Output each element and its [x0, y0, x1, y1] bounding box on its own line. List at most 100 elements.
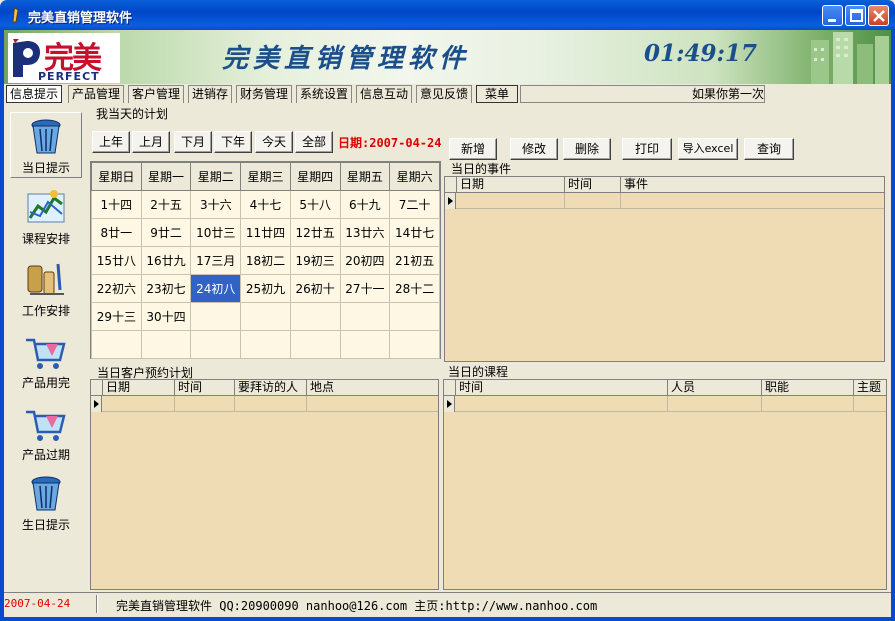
column-header[interactable]: 日期: [457, 177, 565, 193]
calendar-day-cell[interactable]: [339, 302, 391, 331]
calendar-day-cell[interactable]: [240, 302, 291, 331]
column-header[interactable]: 事件: [621, 177, 884, 193]
calendar-day-cell[interactable]: 4十七: [240, 190, 291, 219]
calendar-day-cell[interactable]: [140, 330, 192, 359]
calendar-day-cell[interactable]: 13廿六: [339, 218, 391, 247]
calendar-day-cell[interactable]: 17三月: [190, 246, 242, 275]
today-button[interactable]: 今天: [255, 131, 293, 153]
events-grid[interactable]: 日期 时间 事件: [444, 176, 885, 362]
calendar-day-cell[interactable]: [339, 330, 391, 359]
calendar-day-cell[interactable]: 18初二: [240, 246, 291, 275]
table-cell[interactable]: [175, 396, 235, 412]
calendar-day-cell[interactable]: [389, 330, 440, 359]
menu-inventory[interactable]: 进销存: [188, 85, 233, 103]
column-header[interactable]: 时间: [456, 380, 668, 396]
calendar-day-cell[interactable]: 22初六: [91, 274, 142, 303]
menu-finance[interactable]: 财务管理: [236, 85, 293, 103]
maximize-button[interactable]: [845, 5, 866, 26]
calendar-day-cell[interactable]: 15廿八: [91, 246, 142, 275]
column-header[interactable]: 时间: [565, 177, 621, 193]
table-cell[interactable]: [762, 396, 854, 412]
calendar-day-cell[interactable]: 27十一: [339, 274, 391, 303]
tools-icon: [27, 263, 64, 295]
calendar-day-cell[interactable]: 21初五: [389, 246, 440, 275]
column-header[interactable]: 主题: [854, 380, 886, 396]
all-button[interactable]: 全部: [295, 131, 333, 153]
calendar-day-cell[interactable]: 26初十: [289, 274, 341, 303]
table-row[interactable]: [444, 396, 886, 412]
prev-month-button[interactable]: 上月: [132, 131, 170, 153]
calendar-day-cell[interactable]: 16廿九: [140, 246, 192, 275]
table-cell[interactable]: [235, 396, 307, 412]
minimize-button[interactable]: [822, 5, 843, 26]
calendar-day-cell[interactable]: 3十六: [190, 190, 242, 219]
column-header[interactable]: 职能: [762, 380, 854, 396]
calendar-day-cell[interactable]: 19初三: [289, 246, 341, 275]
column-header[interactable]: 要拜访的人: [235, 380, 307, 396]
column-header[interactable]: 时间: [175, 380, 235, 396]
calendar-day-cell[interactable]: [190, 330, 242, 359]
calendar-day-cell[interactable]: 20初四: [339, 246, 391, 275]
menu-product-management[interactable]: 产品管理: [68, 85, 125, 103]
courses-grid[interactable]: 时间 人员 职能 主题: [443, 379, 887, 590]
table-cell[interactable]: [565, 193, 621, 209]
calendar-day-cell[interactable]: [190, 302, 242, 331]
sidebar-item-course-schedule[interactable]: 课程安排: [10, 184, 82, 250]
calendar-day-cell[interactable]: 11廿四: [240, 218, 291, 247]
menu-button[interactable]: 菜单: [476, 85, 519, 103]
column-header[interactable]: 人员: [668, 380, 762, 396]
next-year-button[interactable]: 下年: [214, 131, 252, 153]
calendar-day-cell[interactable]: 23初七: [140, 274, 192, 303]
menu-customer-management[interactable]: 客户管理: [128, 85, 185, 103]
calendar-day-cell[interactable]: 30十四: [140, 302, 192, 331]
calendar-day-cell[interactable]: 5十八: [289, 190, 341, 219]
perfect-logo: 完美 PERFECT: [8, 33, 120, 83]
calendar-day-cell[interactable]: 6十九: [339, 190, 391, 219]
calendar-day-cell[interactable]: 29十三: [91, 302, 142, 331]
column-header[interactable]: 日期: [103, 380, 175, 396]
table-row[interactable]: [445, 193, 884, 209]
import-excel-button[interactable]: 导入excel: [678, 138, 738, 160]
calendar-day-cell[interactable]: 14廿七: [389, 218, 440, 247]
sidebar-item-birthday-tips[interactable]: 生日提示: [10, 470, 82, 536]
table-cell[interactable]: [456, 396, 668, 412]
edit-button[interactable]: 修改: [510, 138, 558, 160]
table-cell[interactable]: [668, 396, 762, 412]
column-header[interactable]: 地点: [307, 380, 438, 396]
sidebar-item-work-schedule[interactable]: 工作安排: [10, 256, 82, 322]
calendar-day-cell[interactable]: 12廿五: [289, 218, 341, 247]
close-button[interactable]: [868, 5, 889, 26]
add-button[interactable]: 新增: [449, 138, 497, 160]
calendar-day-cell[interactable]: 28十二: [389, 274, 440, 303]
sidebar-item-product-used-up[interactable]: 产品用完: [10, 328, 82, 394]
calendar-day-cell[interactable]: 2十五: [140, 190, 192, 219]
calendar-day-cell[interactable]: 8廿一: [91, 218, 142, 247]
query-button[interactable]: 查询: [744, 138, 794, 160]
calendar-day-cell[interactable]: [240, 330, 291, 359]
visits-grid[interactable]: 日期 时间 要拜访的人 地点: [90, 379, 439, 590]
next-month-button[interactable]: 下月: [174, 131, 212, 153]
calendar-day-cell-selected[interactable]: 24初八: [190, 274, 242, 303]
calendar-day-cell[interactable]: 25初九: [240, 274, 291, 303]
calendar-day-cell[interactable]: [289, 302, 341, 331]
menu-system-settings[interactable]: 系统设置: [296, 85, 353, 103]
calendar-day-cell[interactable]: [289, 330, 341, 359]
calendar-day-cell[interactable]: 9廿二: [140, 218, 192, 247]
delete-button[interactable]: 删除: [563, 138, 611, 160]
menu-info-interaction[interactable]: 信息互动: [356, 85, 413, 103]
calendar-day-cell[interactable]: 1十四: [91, 190, 142, 219]
table-cell[interactable]: [103, 396, 175, 412]
table-cell[interactable]: [457, 193, 565, 209]
menu-feedback[interactable]: 意见反馈: [416, 85, 473, 103]
table-row[interactable]: [91, 396, 438, 412]
menu-info-tips[interactable]: 信息提示: [6, 85, 63, 103]
calendar-day-cell[interactable]: [389, 302, 440, 331]
calendar-day-cell[interactable]: 10廿三: [190, 218, 242, 247]
calendar-week-row: 15廿八 16廿九 17三月 18初二 19初三 20初四 21初五: [91, 246, 440, 275]
sidebar-item-product-expired[interactable]: 产品过期: [10, 400, 82, 466]
sidebar-item-daily-tips[interactable]: 当日提示: [10, 112, 82, 178]
calendar-day-cell[interactable]: 7二十: [389, 190, 440, 219]
print-button[interactable]: 打印: [622, 138, 672, 160]
calendar-day-cell[interactable]: [91, 330, 142, 359]
prev-year-button[interactable]: 上年: [92, 131, 130, 153]
